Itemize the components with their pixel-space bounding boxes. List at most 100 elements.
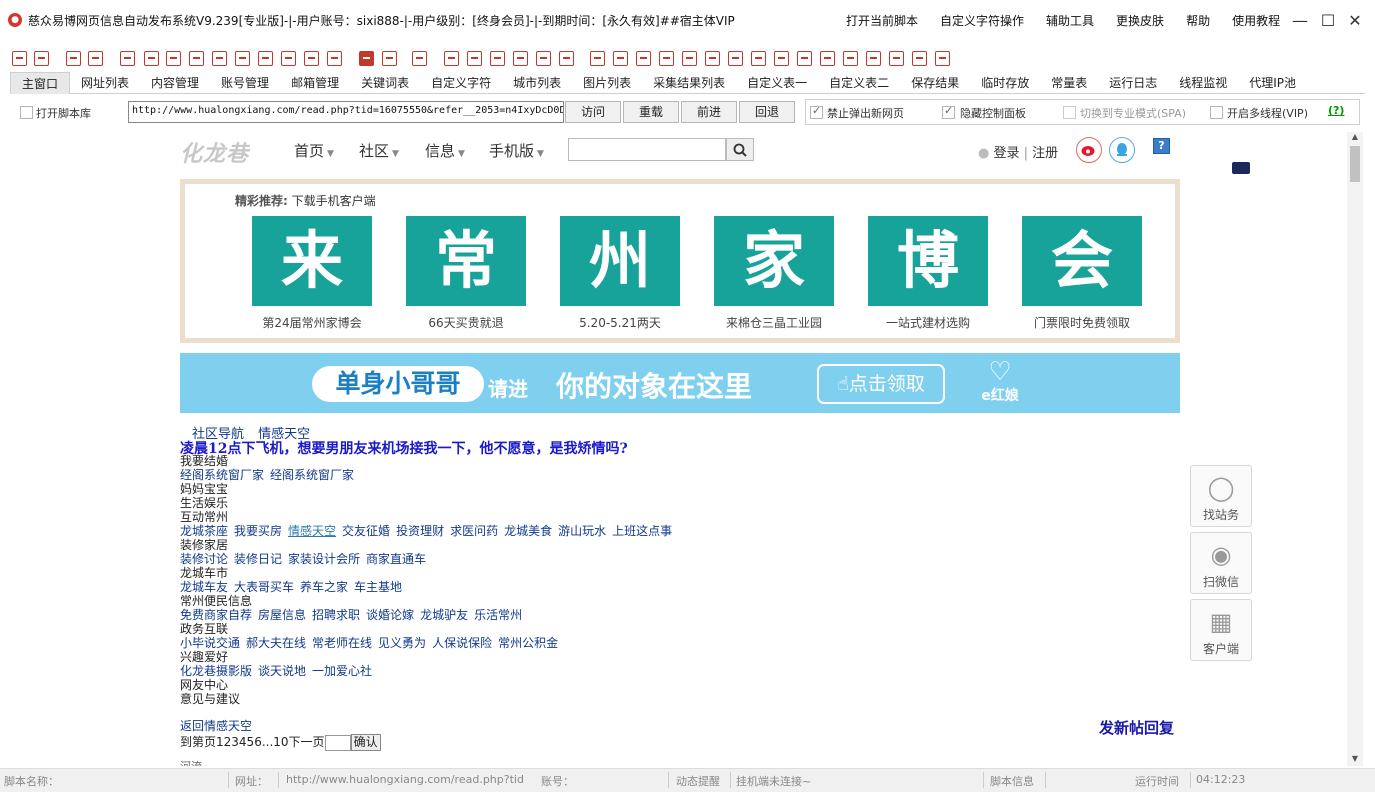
forum-board-link[interactable]: 谈天说地 (258, 664, 306, 678)
help-link[interactable]: (?) (1328, 104, 1344, 117)
tool-h-icon[interactable] (559, 51, 574, 66)
forum-category[interactable]: 兴趣爱好 (180, 650, 228, 664)
register-link[interactable]: 注册 (1032, 146, 1058, 161)
forum-board-link[interactable]: 龙城驴友 (420, 608, 468, 622)
tool-x-icon[interactable] (935, 51, 950, 66)
list-detail-icon[interactable] (88, 51, 103, 66)
forum-board-link[interactable]: 大表哥买车 (234, 580, 294, 594)
pager-next[interactable]: 下一页 (289, 735, 325, 749)
tab-thread-monitor[interactable]: 线程监视 (1168, 72, 1238, 94)
refresh-icon[interactable] (327, 51, 342, 66)
site-nav-community[interactable]: 社区 ▼ (359, 140, 399, 161)
tool-b-icon[interactable] (382, 51, 397, 66)
promo-caption-5[interactable]: 一站式建材选购 (853, 314, 1003, 331)
forum-board-link[interactable]: 上班这点事 (612, 524, 672, 538)
web-view[interactable]: 化龙巷 首页 ▼ 社区 ▼ 信息 ▼ 手机版 ▼ ● 登录 | 注册 ? 精彩推荐: 下… (10, 132, 1347, 766)
tab-custom-table-1[interactable]: 自定义表一 (736, 72, 818, 94)
promo-tile-5[interactable]: 博 (868, 216, 988, 306)
back-to-forum-link[interactable]: 返回情感天空 (180, 717, 252, 734)
tab-log[interactable]: 运行日志 (1098, 72, 1168, 94)
forum-board-link[interactable]: 装修讨论 (180, 552, 228, 566)
forum-board-link[interactable]: 养车之家 (300, 580, 348, 594)
tab-content[interactable]: 内容管理 (140, 72, 210, 94)
forum-board-link[interactable]: 龙城车友 (180, 580, 228, 594)
pager-pages[interactable]: 123456...10 (216, 735, 289, 749)
forum-board-link[interactable]: 家装设计会所 (288, 552, 360, 566)
tool-i-icon[interactable] (590, 51, 605, 66)
tool-k-icon[interactable] (636, 51, 651, 66)
promo-link[interactable]: 下载手机客户端 (292, 194, 376, 208)
download-icon[interactable] (120, 51, 135, 66)
menu-custom-char[interactable]: 自定义字符操作 (940, 12, 1024, 29)
web-view-scrollbar[interactable]: ▲ ▼ (1347, 132, 1363, 766)
tab-constants[interactable]: 常量表 (1040, 72, 1098, 94)
tab-images[interactable]: 图片列表 (572, 72, 642, 94)
menu-open-script[interactable]: 打开当前脚本 (846, 12, 918, 29)
forum-board-link[interactable]: 车主基地 (354, 580, 402, 594)
url-input[interactable]: http://www.hualongxiang.com/read.php?tid… (128, 101, 564, 123)
forum-board-link[interactable]: 交友征婚 (342, 524, 390, 538)
tool-w-icon[interactable] (912, 51, 927, 66)
maximize-button[interactable]: ☐ (1318, 10, 1338, 30)
forum-board-link[interactable]: 商家直通车 (366, 552, 426, 566)
forum-category[interactable]: 我要结婚 (180, 454, 228, 468)
clear-icon[interactable] (304, 51, 319, 66)
scroll-up-icon[interactable]: ▲ (1347, 132, 1363, 144)
scroll-down-icon[interactable]: ▼ (1347, 754, 1363, 766)
forum-category[interactable]: 妈妈宝宝 (180, 482, 228, 496)
forum-category[interactable]: 网友中心 (180, 678, 228, 692)
tool-m-icon[interactable] (682, 51, 697, 66)
forum-board-link[interactable]: 谈婚论嫁 (366, 608, 414, 622)
ad-banner[interactable]: 单身小哥哥 请进 你的对象在这里 ☝点击领取 ♡ e红娘 (180, 353, 1180, 413)
promo-tile-4[interactable]: 家 (714, 216, 834, 306)
menu-skin[interactable]: 更换皮肤 (1116, 12, 1164, 29)
tool-u-icon[interactable] (866, 51, 881, 66)
forum-board-link[interactable]: 龙城茶座 (180, 524, 228, 538)
block-popup-checkbox[interactable] (810, 104, 823, 119)
scroll-thumb[interactable] (1350, 146, 1360, 182)
promo-caption-4[interactable]: 来棉仓三晶工业园 (699, 314, 849, 331)
tool-p-icon[interactable] (751, 51, 766, 66)
forum-board-link[interactable]: 龙城美食 (504, 524, 552, 538)
tool-g-icon[interactable] (513, 51, 528, 66)
forum-board-link[interactable]: 招聘求职 (312, 608, 360, 622)
forum-board-link[interactable]: 小毕说交通 (180, 636, 240, 650)
page-confirm-button[interactable]: 确认 (350, 734, 381, 751)
paste-icon[interactable] (235, 51, 250, 66)
insert-icon[interactable] (281, 51, 296, 66)
promo-tile-1[interactable]: 来 (252, 216, 372, 306)
side-btn-app[interactable]: ▦ 客户端 (1190, 599, 1252, 661)
tool-a-icon[interactable] (359, 51, 374, 66)
promo-caption-2[interactable]: 66天买贵就退 (391, 314, 541, 331)
page-number-input[interactable] (324, 734, 351, 751)
side-btn-support[interactable]: ◯ 找站务 (1190, 465, 1252, 527)
forum-board-link[interactable]: 求医问药 (450, 524, 498, 538)
forum-board-link[interactable]: 装修日记 (234, 552, 282, 566)
forum-board-link[interactable]: 常老师在线 (312, 636, 372, 650)
edit-icon[interactable] (258, 51, 273, 66)
tool-n-icon[interactable] (705, 51, 720, 66)
forum-board-link[interactable]: 常州公积金 (498, 636, 558, 650)
forum-category[interactable]: 意见与建议 (180, 692, 240, 706)
tab-cities[interactable]: 城市列表 (502, 72, 572, 94)
forum-category[interactable]: 生活娱乐 (180, 496, 228, 510)
tab-custom-table-2[interactable]: 自定义表二 (818, 72, 900, 94)
forum-board-link[interactable]: 人保说保险 (432, 636, 492, 650)
tool-q-icon[interactable] (774, 51, 789, 66)
forum-board-link[interactable]: 一加爱心社 (312, 664, 372, 678)
menu-tools[interactable]: 辅助工具 (1046, 12, 1094, 29)
promo-caption-6[interactable]: 门票限时免费领取 (1007, 314, 1157, 331)
forum-category[interactable]: 政务互联 (180, 622, 228, 636)
tab-temp[interactable]: 临时存放 (970, 72, 1040, 94)
site-search-input[interactable] (568, 138, 726, 161)
trash-icon[interactable] (189, 51, 204, 66)
delete-icon[interactable] (166, 51, 181, 66)
forward-button[interactable]: 前进 (681, 101, 737, 123)
forum-category[interactable]: 龙城车市 (180, 566, 228, 580)
open-library-checkbox[interactable] (20, 106, 33, 119)
forum-board-link[interactable]: 经阁系统窗厂家 (180, 468, 264, 482)
forum-category[interactable]: 装修家居 (180, 538, 228, 552)
tab-main[interactable]: 主窗口 (10, 72, 71, 94)
promo-tile-6[interactable]: 会 (1022, 216, 1142, 306)
tool-v-icon[interactable] (889, 51, 904, 66)
